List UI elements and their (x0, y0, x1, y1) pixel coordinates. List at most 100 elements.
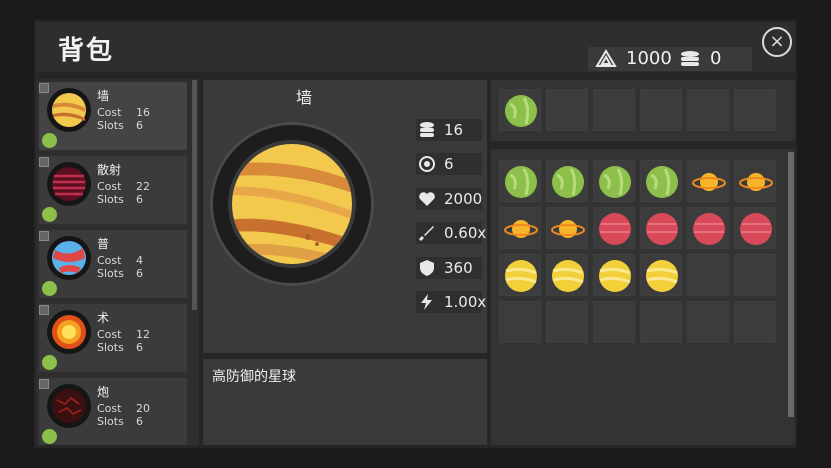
currency-bar: 1000 0 (588, 47, 752, 71)
slots-label: Slots (97, 341, 124, 354)
badge-icon (42, 207, 57, 222)
planet-description: 高防御的星球 (212, 369, 296, 385)
inventory-slot[interactable] (499, 301, 541, 343)
stat-row: 360 (416, 257, 482, 279)
planet-thumbnail (47, 384, 91, 428)
checkbox[interactable] (39, 305, 49, 315)
inventory-slot[interactable] (593, 160, 635, 202)
inventory-slot[interactable] (546, 301, 588, 343)
close-button[interactable]: × (762, 27, 792, 57)
inventory-slot[interactable] (734, 160, 776, 202)
slots-value: 6 (136, 341, 143, 354)
planet-thumbnail (47, 236, 91, 280)
inventory-slot[interactable] (734, 254, 776, 296)
page-title: 背包 (58, 36, 115, 66)
inventory-slot[interactable] (640, 254, 682, 296)
inventory-scrollbar[interactable] (788, 152, 794, 417)
planet-image (228, 140, 356, 268)
coin-stack-icon (681, 51, 699, 66)
inventory-slot[interactable] (734, 301, 776, 343)
planet-name: 散射 (97, 163, 122, 177)
planet-thumbnail (47, 88, 91, 132)
stat-value: 0.60x (444, 224, 487, 242)
planet-list-item[interactable]: 墙 Cost 16 Slots 6 (39, 82, 187, 150)
stat-row: 0.60x (416, 222, 486, 244)
inventory-slot[interactable] (593, 254, 635, 296)
planet-list-item[interactable]: 散射 Cost 22 Slots 6 (39, 156, 187, 224)
cost-value: 22 (136, 180, 150, 193)
inventory-slot[interactable] (593, 301, 635, 343)
inventory-slot[interactable] (640, 160, 682, 202)
planet-preview (210, 122, 374, 286)
inventory-slot[interactable] (593, 207, 635, 249)
sword-icon (419, 226, 434, 241)
equip-slot[interactable] (687, 89, 729, 131)
planet-list-item[interactable]: 炮 Cost 20 Slots 6 (39, 378, 187, 445)
inventory-slot[interactable] (499, 207, 541, 249)
inventory-slot[interactable] (546, 207, 588, 249)
heart-icon (419, 192, 435, 206)
slots-label: Slots (97, 267, 124, 280)
inventory-slot[interactable] (687, 160, 729, 202)
planet-list-item[interactable]: 普 Cost 4 Slots 6 (39, 230, 187, 298)
planet-list[interactable]: 墙 Cost 16 Slots 6 散射 Cost 22 Slots 6 普 C… (36, 79, 199, 445)
checkbox[interactable] (39, 379, 49, 389)
stat-value: 2000 (444, 190, 483, 208)
cost-label: Cost (97, 106, 122, 119)
equip-slot[interactable] (546, 89, 588, 131)
cost-value: 20 (136, 402, 150, 415)
planet-name: 术 (97, 311, 110, 325)
crystal-amount: 1000 (626, 48, 672, 69)
stat-value: 16 (444, 121, 464, 139)
slots-label: Slots (97, 415, 124, 428)
lightning-icon (421, 294, 432, 310)
equip-slot[interactable] (499, 89, 541, 131)
checkbox[interactable] (39, 83, 49, 93)
cost-label: Cost (97, 328, 122, 341)
inventory-slot[interactable] (734, 207, 776, 249)
planet-name: 炮 (97, 385, 110, 399)
checkbox[interactable] (39, 157, 49, 167)
list-scrollbar[interactable] (192, 80, 197, 310)
shield-icon (420, 260, 434, 276)
slots-value: 6 (136, 193, 143, 206)
stat-row: 1.00x (416, 291, 486, 313)
cost-label: Cost (97, 254, 122, 267)
crystal-icon (595, 49, 617, 67)
equip-slot[interactable] (734, 89, 776, 131)
detail-planet-name: 墙 (296, 88, 313, 107)
planet-name: 墙 (97, 89, 110, 103)
inventory-slot[interactable] (687, 254, 729, 296)
badge-icon (42, 355, 57, 370)
inventory-slot[interactable] (499, 254, 541, 296)
stat-row: 16 (416, 119, 482, 141)
inventory-slot[interactable] (640, 301, 682, 343)
cost-label: Cost (97, 180, 122, 193)
slots-value: 6 (136, 415, 143, 428)
planet-thumbnail (47, 162, 91, 206)
equip-slot[interactable] (640, 89, 682, 131)
cost-value: 4 (136, 254, 143, 267)
planet-list-item[interactable]: 术 Cost 12 Slots 6 (39, 304, 187, 372)
badge-icon (42, 133, 57, 148)
inventory-slot[interactable] (546, 254, 588, 296)
planet-name: 普 (97, 237, 110, 251)
slots-value: 6 (136, 267, 143, 280)
cost-value: 12 (136, 328, 150, 341)
slots-label: Slots (97, 193, 124, 206)
inventory-slot[interactable] (687, 207, 729, 249)
slots-label: Slots (97, 119, 124, 132)
inventory-slot[interactable] (687, 301, 729, 343)
target-icon (419, 156, 435, 172)
equip-slot[interactable] (593, 89, 635, 131)
stat-row: 2000 (416, 188, 482, 210)
stat-value: 1.00x (444, 293, 487, 311)
coin-stack-icon (420, 122, 434, 137)
coin-amount: 0 (710, 48, 722, 69)
badge-icon (42, 429, 57, 444)
inventory-slot[interactable] (546, 160, 588, 202)
stat-row: 6 (416, 153, 482, 175)
inventory-slot[interactable] (499, 160, 541, 202)
inventory-slot[interactable] (640, 207, 682, 249)
checkbox[interactable] (39, 231, 49, 241)
